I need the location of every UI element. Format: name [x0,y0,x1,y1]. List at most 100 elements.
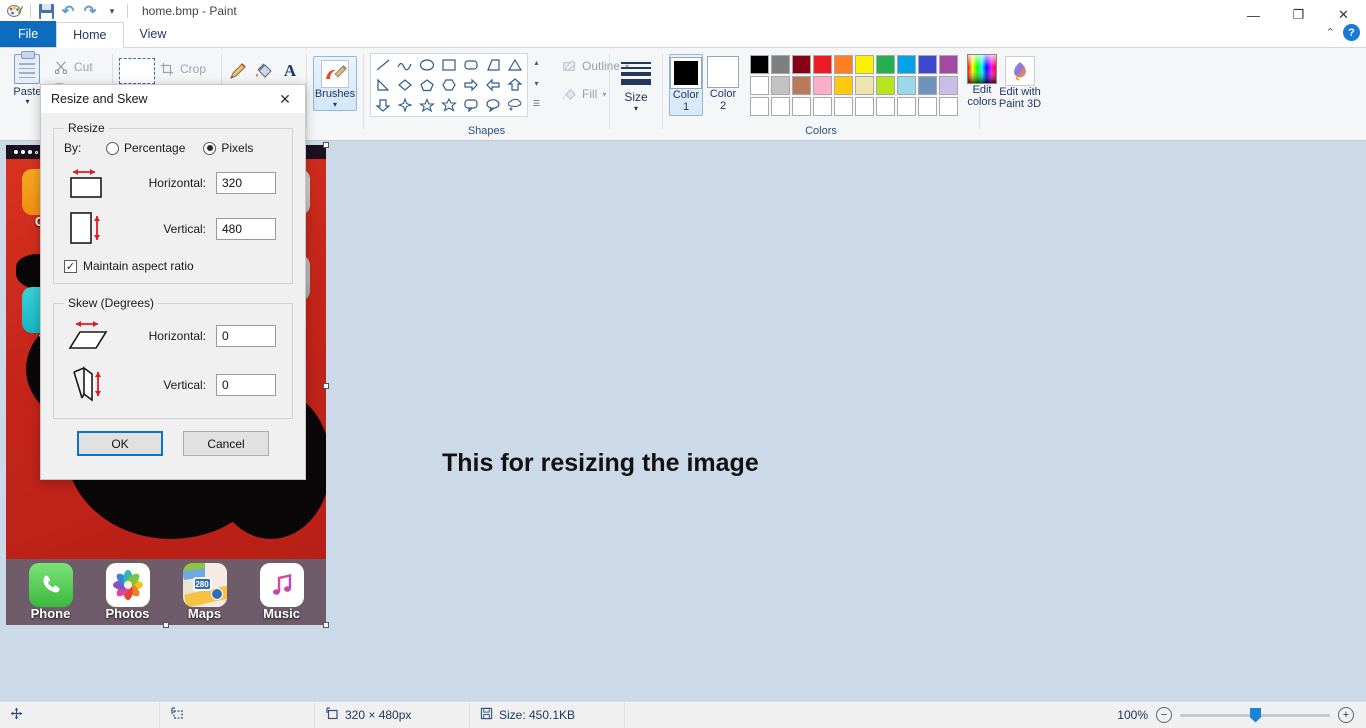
shape-oval-icon[interactable] [416,55,438,75]
edit-with-paint3d-button[interactable]: Edit with Paint 3D [989,56,1051,110]
palette-swatch[interactable] [917,96,938,117]
shape-diamond-icon[interactable] [394,75,416,95]
zoom-in-button[interactable]: + [1338,707,1354,723]
palette-swatch[interactable] [749,54,770,75]
tab-file[interactable]: File [0,21,57,47]
palette-swatch[interactable] [854,96,875,117]
shape-up-arrow-icon[interactable] [504,75,526,95]
text-tool-icon[interactable]: A [280,60,300,82]
palette-swatch[interactable] [917,54,938,75]
color2-button[interactable]: Color 2 [707,54,739,112]
palette-swatch[interactable] [770,54,791,75]
color-palette[interactable] [749,54,959,117]
zoom-slider-thumb[interactable] [1250,707,1261,723]
palette-swatch[interactable] [938,54,959,75]
shapes-more-icon[interactable]: ☰ [530,94,543,113]
paint-logo-icon[interactable] [4,1,26,21]
pixels-radio[interactable] [203,141,217,155]
shape-line-icon[interactable] [372,55,394,75]
size-caret-icon[interactable]: ▾ [634,104,638,113]
brushes-button[interactable]: Brushes ▾ [313,56,357,111]
shape-triangle-icon[interactable] [504,55,526,75]
shape-right-triangle-icon[interactable] [482,55,504,75]
size-button[interactable]: Size ▾ [616,58,656,113]
resize-handle-r[interactable] [323,383,329,389]
tab-home[interactable]: Home [56,22,124,48]
palette-swatch[interactable] [833,96,854,117]
palette-swatch[interactable] [791,96,812,117]
shape-rounded-callout-icon[interactable] [460,95,482,115]
skew-vertical-input[interactable]: 0 [216,374,276,396]
ok-button[interactable]: OK [77,431,163,456]
palette-swatch[interactable] [770,75,791,96]
palette-swatch[interactable] [896,96,917,117]
palette-swatch[interactable] [812,75,833,96]
zoom-slider[interactable] [1180,707,1330,723]
fill-caret-icon[interactable]: ▾ [602,90,606,99]
palette-swatch[interactable] [875,54,896,75]
palette-swatch[interactable] [896,54,917,75]
dialog-close-button[interactable]: ✕ [265,85,305,113]
palette-swatch[interactable] [791,54,812,75]
app-photos[interactable]: Photos [99,563,157,621]
cancel-button[interactable]: Cancel [183,431,269,456]
fill-tool-icon[interactable] [254,60,274,82]
palette-swatch[interactable] [938,75,959,96]
collapse-ribbon-icon[interactable]: ⌃ [1326,26,1335,39]
app-music[interactable]: Music [253,563,311,621]
shape-oval-callout-icon[interactable] [482,95,504,115]
shape-triangle2-icon[interactable] [372,75,394,95]
resize-handle-b[interactable] [163,622,169,628]
zoom-out-button[interactable]: − [1156,707,1172,723]
skew-horizontal-input[interactable]: 0 [216,325,276,347]
palette-swatch[interactable] [875,75,896,96]
shape-pentagon-icon[interactable] [416,75,438,95]
paste-caret-icon[interactable]: ▾ [25,97,29,106]
redo-icon[interactable]: ↷ [79,1,101,21]
shape-down-arrow-icon[interactable] [372,95,394,115]
palette-swatch[interactable] [854,75,875,96]
palette-swatch[interactable] [896,75,917,96]
shape-six-point-star-icon[interactable] [438,95,460,115]
shape-right-arrow-icon[interactable] [460,75,482,95]
shapes-scroll-up-icon[interactable]: ▴ [530,53,543,72]
pencil-tool-icon[interactable] [228,60,248,82]
customize-qat-icon[interactable]: ▾ [101,1,123,21]
palette-swatch[interactable] [938,96,959,117]
cut-button[interactable]: Cut [49,56,106,78]
shapes-scroll-controls[interactable]: ▴ ▾ ☰ [530,53,543,113]
shape-five-point-star-icon[interactable] [416,95,438,115]
palette-swatch[interactable] [749,96,770,117]
shape-rounded-rectangle-icon[interactable] [460,55,482,75]
app-maps[interactable]: 280 Maps [176,563,234,621]
palette-swatch[interactable] [875,96,896,117]
maintain-aspect-ratio-checkbox[interactable]: ✓ [64,259,77,273]
palette-swatch[interactable] [854,54,875,75]
resize-horizontal-input[interactable]: 320 [216,172,276,194]
palette-swatch[interactable] [812,96,833,117]
color1-button[interactable]: Color 1 [669,54,703,116]
palette-swatch[interactable] [770,96,791,117]
shapes-scroll-down-icon[interactable]: ▾ [530,74,543,93]
resize-handle-br[interactable] [323,622,329,628]
select-icon[interactable] [119,58,155,84]
resize-vertical-input[interactable]: 480 [216,218,276,240]
shapes-gallery[interactable] [372,55,526,115]
shape-four-point-star-icon[interactable] [394,95,416,115]
shape-cloud-callout-icon[interactable] [504,95,526,115]
shape-left-arrow-icon[interactable] [482,75,504,95]
palette-swatch[interactable] [833,75,854,96]
palette-swatch[interactable] [833,54,854,75]
app-phone[interactable]: Phone [22,563,80,621]
shape-curve-icon[interactable] [394,55,416,75]
shape-hexagon-icon[interactable] [438,75,460,95]
crop-button[interactable]: Crop [155,58,221,80]
undo-icon[interactable]: ↶ [57,1,79,21]
palette-swatch[interactable] [917,75,938,96]
resize-handle-tr[interactable] [323,142,329,148]
tab-view[interactable]: View [124,21,183,47]
percentage-radio[interactable] [106,141,119,155]
help-icon[interactable]: ? [1343,24,1360,41]
brushes-caret-icon[interactable]: ▾ [333,100,337,109]
palette-swatch[interactable] [791,75,812,96]
